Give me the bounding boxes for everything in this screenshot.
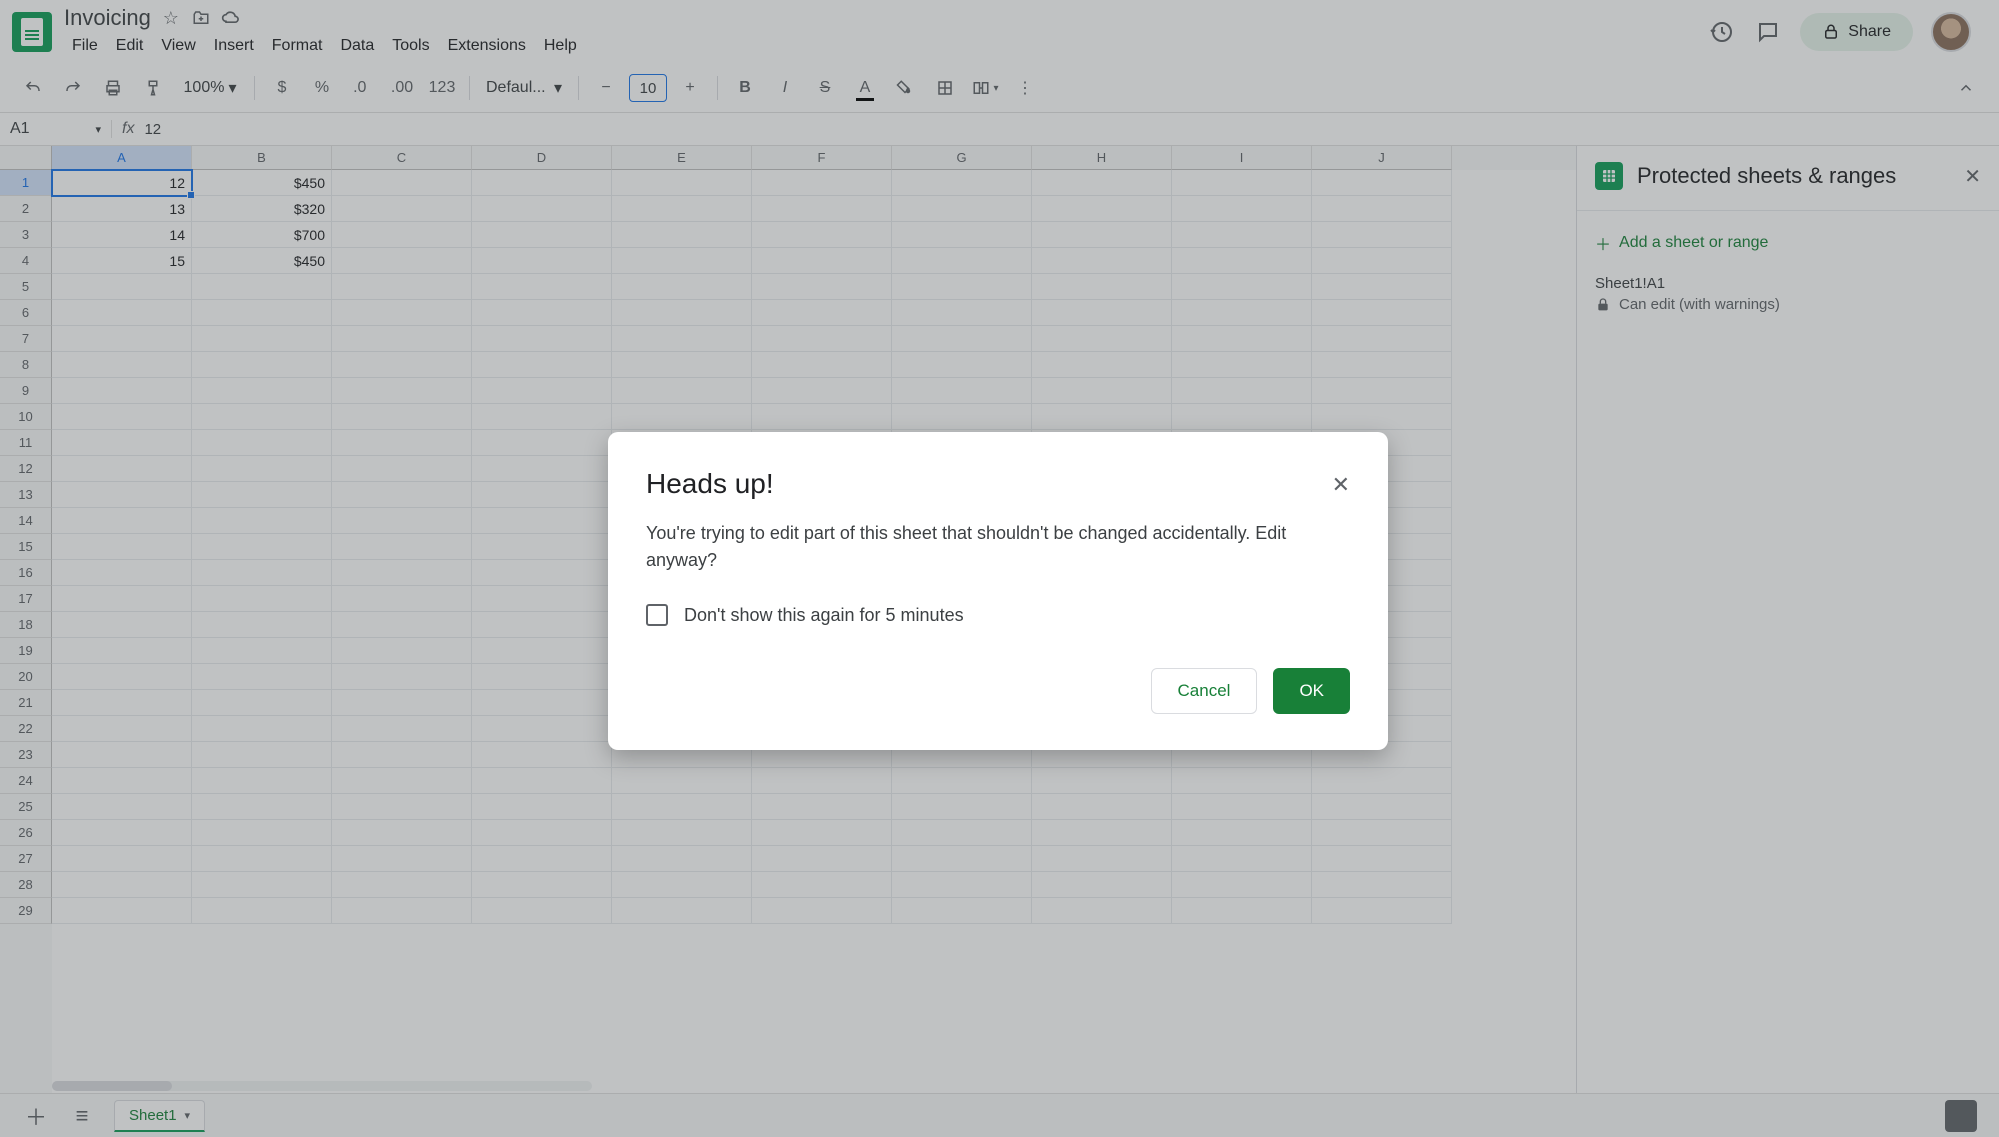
heads-up-dialog: Heads up! ✕ You're trying to edit part o…: [608, 432, 1388, 750]
dialog-title: Heads up!: [646, 468, 1332, 500]
cancel-button[interactable]: Cancel: [1151, 668, 1258, 714]
dont-show-label: Don't show this again for 5 minutes: [684, 605, 964, 626]
dialog-body-text: You're trying to edit part of this sheet…: [646, 520, 1350, 574]
ok-button[interactable]: OK: [1273, 668, 1350, 714]
dont-show-checkbox[interactable]: [646, 604, 668, 626]
close-icon[interactable]: ✕: [1332, 472, 1350, 498]
